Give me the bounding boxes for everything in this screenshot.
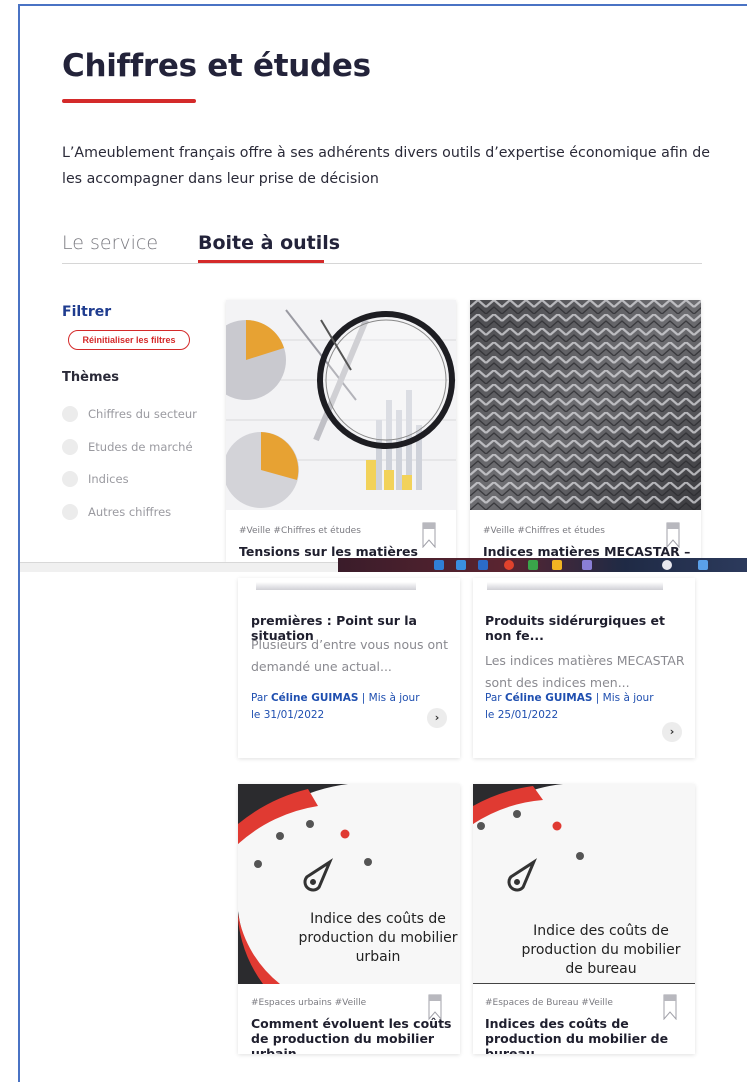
taskbar-app-icon[interactable]	[504, 560, 514, 570]
taskbar-dark-region	[338, 558, 747, 572]
article-card-mecastar-body[interactable]: Produits sidérurgiques et non fe... Les …	[473, 578, 695, 758]
theme-label: Etudes de marché	[88, 440, 193, 454]
updated-label: | Mis à jour	[361, 692, 420, 704]
clipped-title-remnant	[238, 578, 460, 590]
card-title[interactable]: Indices des coûts de production du mobil…	[485, 1016, 690, 1054]
card-tags[interactable]: #Veille #Chiffres et études	[239, 526, 361, 536]
chevron-right-icon[interactable]: ›	[662, 722, 682, 742]
article-card-cout-mobilier-bureau[interactable]: Indice des coûts de production du mobili…	[473, 784, 695, 1054]
theme-label: Autres chiffres	[88, 505, 172, 519]
clipped-text-fragment	[487, 582, 663, 590]
clipped-text-fragment	[256, 582, 416, 590]
author-name[interactable]: Céline GUIMAS	[505, 692, 592, 704]
card-tags[interactable]: #Espaces de Bureau #Veille	[485, 998, 613, 1008]
article-card-cout-mobilier-urbain[interactable]: Indice des coûts de production du mobili…	[238, 784, 460, 1054]
updated-label: | Mis à jour	[595, 692, 654, 704]
filter-title: Filtrer	[62, 304, 112, 320]
card-title-continued[interactable]: Produits sidérurgiques et non fe...	[485, 613, 685, 643]
magnifier-illustration	[226, 300, 456, 510]
card-tags[interactable]: #Veille #Chiffres et études	[483, 526, 605, 536]
gauge-caption: Indice des coûts de production du mobili…	[521, 923, 681, 977]
bookmark-icon[interactable]	[666, 522, 680, 548]
article-card-mecastar[interactable]: #Veille #Chiffres et études Indices mati…	[470, 300, 701, 562]
card-title[interactable]: Indices matières MECASTAR –	[483, 544, 690, 559]
bookmark-icon[interactable]	[663, 994, 677, 1020]
taskbar-app-icon[interactable]	[662, 560, 672, 570]
card-author-line: Par Céline GUIMAS | Mis à jour le 31/01/…	[251, 690, 431, 724]
taskbar-app-icon[interactable]	[698, 560, 708, 570]
bookmark-icon[interactable]	[428, 994, 442, 1020]
tab-boite-a-outils[interactable]: Boite à outils	[198, 232, 340, 254]
taskbar-app-icon[interactable]	[434, 560, 444, 570]
bookmark-icon[interactable]	[422, 522, 436, 548]
metal-texture-illustration	[470, 300, 701, 510]
radio-dot[interactable]	[62, 471, 78, 487]
card-image-gauge-urbain: Indice des coûts de production du mobili…	[238, 784, 460, 984]
card-title[interactable]: Comment évoluent les coûts de production…	[251, 1016, 456, 1054]
card-excerpt: Plusieurs d’entre vous nous ont demandé …	[251, 637, 449, 674]
clipped-title-remnant	[473, 578, 695, 590]
gauge-caption: Indice des coûts de production du mobili…	[298, 911, 458, 965]
themes-title: Thèmes	[62, 370, 120, 385]
theme-option-autres-chiffres[interactable]: Autres chiffres	[62, 502, 171, 522]
article-card-tensions-body[interactable]: premières : Point sur la situation Plusi…	[238, 578, 460, 758]
card-image-gauge-bureau: Indice des coûts de production du mobili…	[473, 784, 695, 984]
author-prefix: Par	[251, 692, 268, 704]
theme-label: Indices	[88, 472, 129, 486]
card-image-magnifier	[226, 300, 456, 510]
taskbar-app-icon[interactable]	[552, 560, 562, 570]
taskbar-app-icon[interactable]	[582, 560, 592, 570]
title-underline	[62, 99, 196, 103]
reset-filters-button[interactable]: Réinitialiser les filtres	[68, 330, 190, 350]
radio-dot[interactable]	[62, 504, 78, 520]
theme-option-indices[interactable]: Indices	[62, 469, 129, 489]
radio-dot[interactable]	[62, 439, 78, 455]
card-image-metal-texture	[470, 300, 701, 510]
author-prefix: Par	[485, 692, 502, 704]
updated-date: le 31/01/2022	[251, 709, 325, 721]
card-excerpt: Les indices matières MECASTAR sont des i…	[485, 653, 685, 690]
taskbar-app-icon[interactable]	[456, 560, 466, 570]
card-tags[interactable]: #Espaces urbains #Veille	[251, 998, 366, 1008]
article-card-tensions[interactable]: #Veille #Chiffres et études Tensions sur…	[226, 300, 456, 562]
updated-date: le 25/01/2022	[485, 709, 559, 721]
intro-text: L’Ameublement français offre à ses adhér…	[62, 145, 711, 187]
tab-bar: Le service Boite à outils	[62, 232, 702, 264]
theme-option-chiffres-du-secteur[interactable]: Chiffres du secteur	[62, 404, 197, 424]
card-author-line: Par Céline GUIMAS | Mis à jour le 25/01/…	[485, 690, 665, 724]
radio-dot[interactable]	[62, 406, 78, 422]
page-title: Chiffres et études	[62, 48, 371, 84]
tab-le-service[interactable]: Le service	[62, 232, 158, 254]
card-title[interactable]: Tensions sur les matières	[239, 544, 418, 559]
author-name[interactable]: Céline GUIMAS	[271, 692, 358, 704]
theme-option-etudes-de-marche[interactable]: Etudes de marché	[62, 437, 193, 457]
theme-label: Chiffres du secteur	[88, 407, 197, 421]
taskbar-app-icon[interactable]	[528, 560, 538, 570]
chevron-right-icon[interactable]: ›	[427, 708, 447, 728]
taskbar-app-icon[interactable]	[478, 560, 488, 570]
active-tab-indicator	[198, 260, 324, 263]
